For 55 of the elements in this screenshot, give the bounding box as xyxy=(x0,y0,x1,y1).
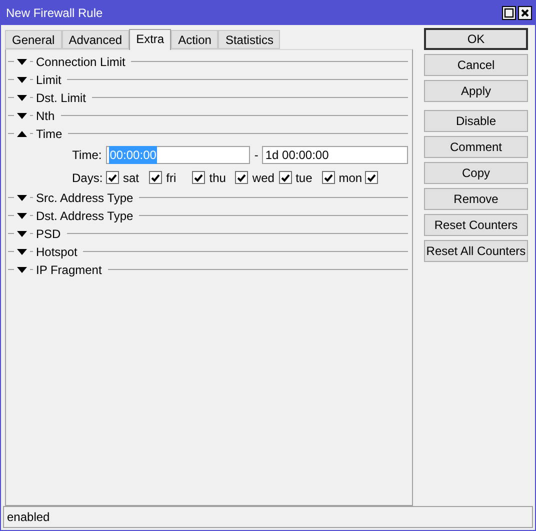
checkbox[interactable] xyxy=(192,171,206,184)
section-header[interactable]: Limit xyxy=(36,70,62,89)
window-title: New Firewall Rule xyxy=(6,5,104,22)
checkbox-label: tue xyxy=(296,170,312,187)
section-header[interactable]: IP Fragment xyxy=(36,260,102,279)
checkbox-label: fri xyxy=(166,170,176,187)
maximize-icon[interactable] xyxy=(502,6,516,20)
checkbox-label: wed xyxy=(252,170,274,187)
close-icon[interactable] xyxy=(518,6,532,20)
expand-arrow-icon[interactable] xyxy=(17,58,27,65)
tab[interactable]: General xyxy=(5,30,62,49)
dialog-button[interactable]: Remove xyxy=(424,188,528,210)
section-header[interactable]: Nth xyxy=(36,106,55,125)
tab[interactable]: Action xyxy=(171,30,218,49)
expand-arrow-icon[interactable] xyxy=(17,112,27,119)
checkbox[interactable] xyxy=(106,171,119,184)
expand-arrow-icon[interactable] xyxy=(17,76,27,83)
checkbox[interactable] xyxy=(235,171,248,184)
expand-arrow-icon[interactable] xyxy=(17,194,27,201)
dialog-button[interactable]: Apply xyxy=(424,80,528,102)
section-header[interactable]: Connection Limit xyxy=(36,52,126,71)
dialog-button[interactable]: Disable xyxy=(424,110,528,132)
checkbox[interactable] xyxy=(364,171,378,184)
tab[interactable]: Statistics xyxy=(218,30,280,49)
status-text: enabled xyxy=(7,509,50,526)
expand-arrow-icon[interactable] xyxy=(17,248,27,255)
checkbox-label: mon xyxy=(338,170,362,187)
dialog-button[interactable]: Copy xyxy=(424,162,528,184)
tab[interactable]: Extra xyxy=(129,28,172,50)
checkbox-label: thu xyxy=(209,170,226,187)
range-separator: - xyxy=(253,146,260,164)
section-header[interactable]: PSD xyxy=(36,224,61,243)
section-header[interactable]: Hotspot xyxy=(36,242,78,261)
section-header[interactable]: Src. Address Type xyxy=(36,188,134,207)
dialog-button[interactable]: Comment xyxy=(424,136,528,158)
expand-arrow-icon[interactable] xyxy=(17,94,27,101)
dialog-button[interactable]: Reset Counters xyxy=(424,214,528,236)
checkbox[interactable] xyxy=(322,171,335,184)
dialog-button[interactable]: Cancel xyxy=(424,54,528,76)
field-label: Time: xyxy=(72,146,102,164)
checkbox[interactable] xyxy=(278,171,292,184)
collapse-arrow-icon[interactable] xyxy=(17,130,27,137)
input-field[interactable]: 1d 00:00:00 xyxy=(262,146,408,164)
checkbox-label: sat xyxy=(123,170,140,187)
expand-arrow-icon[interactable] xyxy=(17,266,27,273)
expand-arrow-icon[interactable] xyxy=(17,230,27,237)
dialog-button[interactable]: OK xyxy=(424,28,528,50)
section-header[interactable]: Time xyxy=(36,124,62,143)
section-header[interactable]: Dst. Address Type xyxy=(36,206,134,225)
section-header[interactable]: Dst. Limit xyxy=(36,88,86,107)
field-label: Days: xyxy=(72,170,102,187)
dialog-button[interactable]: Reset All Counters xyxy=(424,240,528,262)
tab[interactable]: Advanced xyxy=(62,30,130,49)
expand-arrow-icon[interactable] xyxy=(17,212,27,219)
checkbox[interactable] xyxy=(149,171,162,184)
